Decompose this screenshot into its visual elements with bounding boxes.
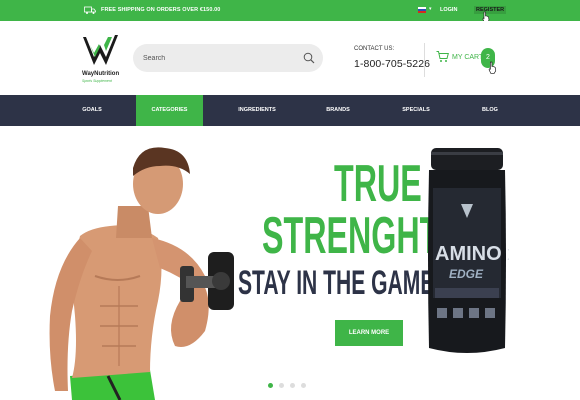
hero-banner: TRUE STRENGHT STAY IN THE GAME LEARN MOR… — [0, 126, 580, 400]
contact-phone[interactable]: 1-800-705-5226 — [354, 58, 430, 70]
nav-item-goals[interactable]: GOALS — [52, 95, 132, 126]
site-header: WayNutrition Sports Supplement CONTACT U… — [0, 21, 580, 95]
main-nav: GOALS CATEGORIES INGREDIENTS BRANDS SPEC… — [0, 95, 580, 126]
chevron-down-icon[interactable]: ▾ — [429, 6, 432, 12]
nav-item-brands[interactable]: BRANDS — [302, 95, 374, 126]
search-icon[interactable] — [303, 52, 315, 64]
nav-item-ingredients[interactable]: INGREDIENTS — [218, 95, 296, 126]
waynutrition-logo[interactable] — [82, 31, 122, 86]
product-name-text: AMINO x — [435, 243, 509, 265]
carousel-dot[interactable] — [268, 383, 273, 388]
carousel-dots — [268, 383, 306, 388]
nav-item-categories[interactable]: CATEGORIES — [136, 95, 203, 126]
hero-title-line-2: STRENGHT — [262, 207, 440, 265]
brand-tagline: Sports Supplement — [82, 79, 112, 83]
search-bar — [133, 44, 323, 72]
header-divider — [424, 43, 425, 77]
login-link[interactable]: LOGIN — [440, 7, 457, 13]
nav-item-blog[interactable]: BLOG — [456, 95, 524, 126]
carousel-dot[interactable] — [279, 383, 284, 388]
athlete-image — [49, 147, 234, 400]
carousel-dot[interactable] — [301, 383, 306, 388]
cart-label[interactable]: MY CART — [452, 54, 483, 61]
hand-cursor-icon — [488, 61, 497, 74]
brand-name: WayNutrition — [82, 71, 120, 77]
carousel-dot[interactable] — [290, 383, 295, 388]
hero-title-line-1: TRUE — [334, 155, 422, 213]
cart-icon[interactable] — [436, 50, 449, 63]
free-shipping-text: FREE SHIPPING ON ORDERS OVER €150.00 — [101, 7, 221, 13]
language-flag-icon[interactable] — [418, 7, 426, 13]
product-image: AMINO x EDGE — [428, 148, 509, 353]
search-input[interactable] — [143, 52, 293, 64]
hero-subtitle: STAY IN THE GAME — [238, 264, 435, 302]
top-bar: FREE SHIPPING ON ORDERS OVER €150.00 ▾ L… — [0, 0, 580, 23]
product-sub-text: EDGE — [449, 267, 484, 281]
contact-label: CONTACT US: — [354, 46, 395, 52]
register-link[interactable]: REGISTER — [474, 6, 507, 14]
learn-more-button[interactable]: LEARN MORE — [335, 320, 403, 346]
truck-icon — [84, 6, 96, 14]
nav-item-specials[interactable]: SPECIALS — [380, 95, 452, 126]
